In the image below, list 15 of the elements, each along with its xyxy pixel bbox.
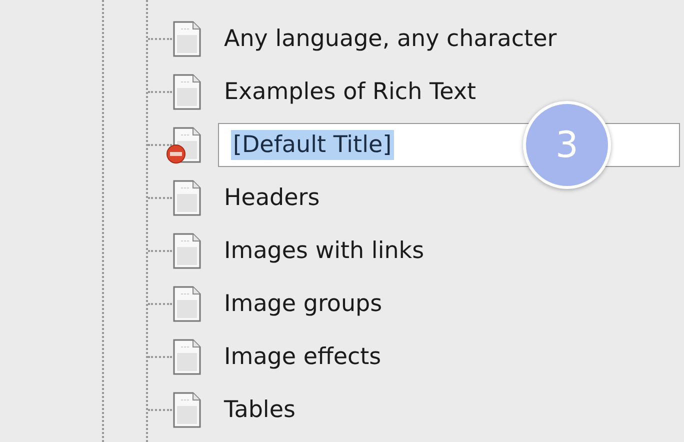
page-icon (172, 338, 202, 374)
page-icon (172, 286, 202, 322)
page-title[interactable]: Headers (224, 184, 320, 210)
page-title[interactable]: Tables (224, 396, 296, 422)
page-title[interactable]: Examples of Rich Text (224, 78, 476, 104)
page-icon (172, 20, 202, 56)
page-title[interactable]: Image effects (224, 344, 382, 370)
page-icon (172, 74, 202, 110)
page-title[interactable]: Image groups (224, 290, 382, 316)
page-icon (172, 392, 202, 428)
page-icon (172, 232, 202, 268)
step-number-tooltip: 3 (523, 101, 611, 189)
page-title[interactable]: Images with links (224, 238, 424, 264)
page-icon (172, 180, 202, 216)
page-title[interactable]: Any language, any character (224, 26, 557, 52)
